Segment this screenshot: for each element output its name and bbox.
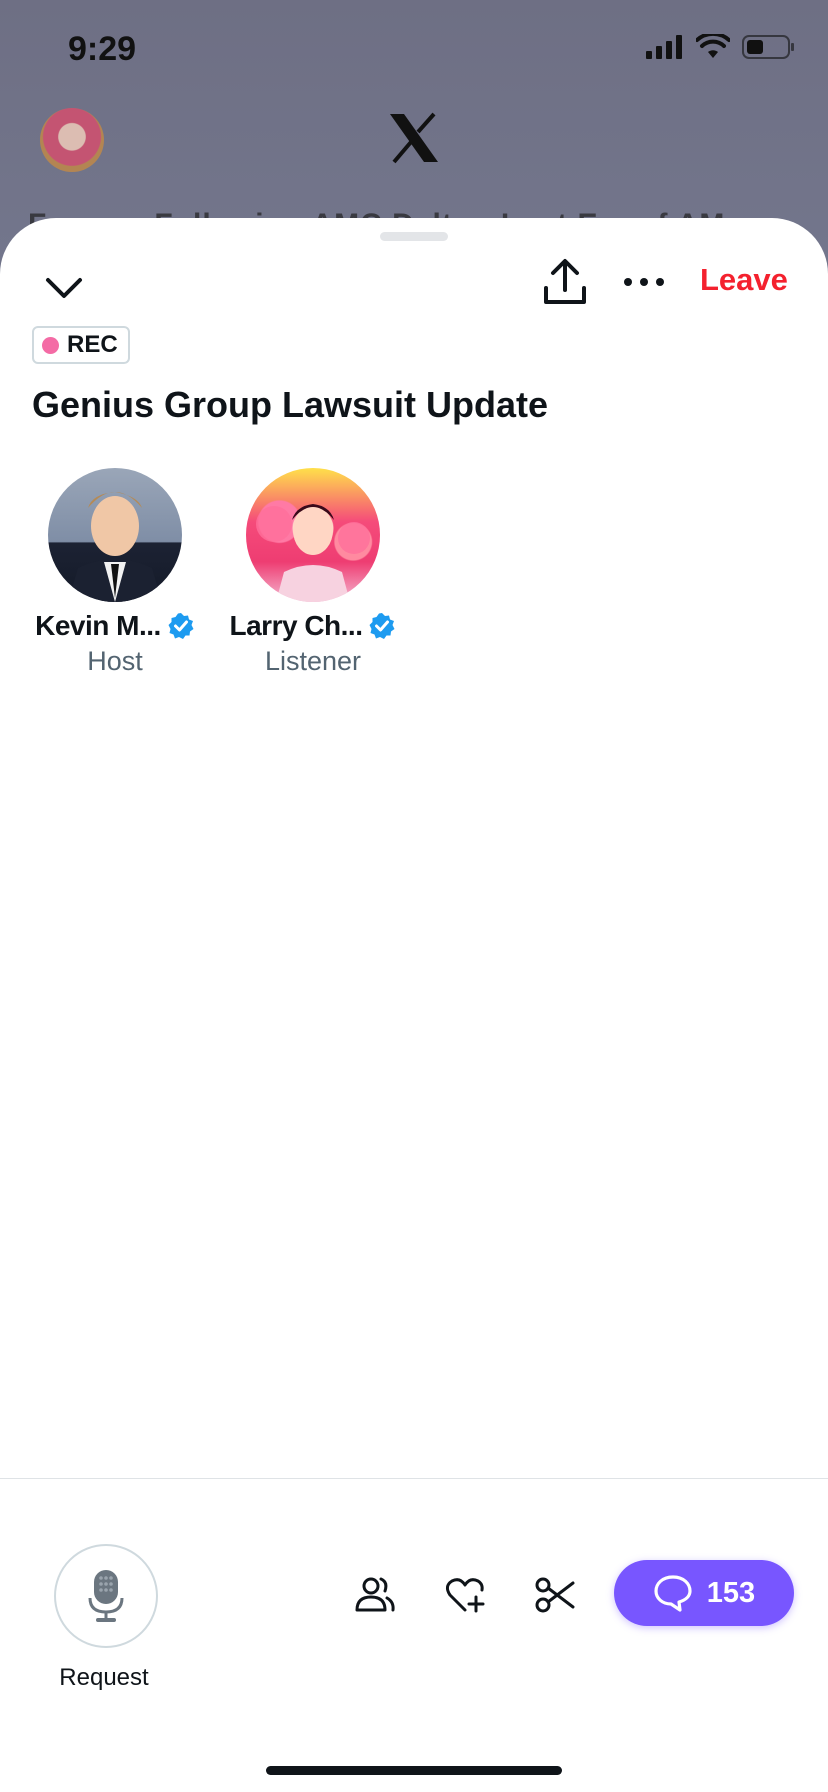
- chevron-down-icon[interactable]: [42, 266, 86, 310]
- heart-plus-icon[interactable]: [444, 1574, 486, 1616]
- status-time: 9:29: [68, 30, 137, 68]
- request-label: Request: [59, 1664, 149, 1691]
- listener-portrait-icon: [256, 504, 370, 602]
- scissors-icon[interactable]: [534, 1574, 576, 1616]
- space-top-bar: Leave: [0, 254, 828, 318]
- participant-host[interactable]: Kevin M... Host: [20, 468, 210, 677]
- request-to-speak-button[interactable]: [54, 1544, 158, 1648]
- sheet-grabber[interactable]: [380, 232, 448, 241]
- more-icon[interactable]: [620, 258, 668, 306]
- status-icons: [646, 34, 796, 60]
- host-portrait-icon: [68, 492, 162, 602]
- verified-icon: [369, 613, 395, 639]
- participant-listener[interactable]: Larry Ch... Listener: [218, 468, 408, 677]
- space-sheet: Leave REC Genius Group Lawsuit Update Ke…: [0, 218, 828, 1792]
- profile-avatar: [40, 108, 104, 172]
- participant-role: Host: [87, 646, 143, 676]
- avatar: [246, 468, 380, 602]
- participant-name-row: Kevin M...: [20, 610, 210, 642]
- participant-role: Listener: [264, 646, 362, 676]
- bottom-divider: [0, 1478, 828, 1479]
- verified-icon: [168, 613, 194, 639]
- status-bar: 9:29: [0, 0, 828, 100]
- participant-name: Larry Ch...: [229, 610, 363, 641]
- comment-icon: [654, 1575, 692, 1612]
- home-indicator[interactable]: [266, 1766, 562, 1775]
- microphone-icon: [88, 1570, 124, 1622]
- people-icon[interactable]: [354, 1574, 396, 1616]
- x-logo-icon: [390, 112, 438, 164]
- space-title: Genius Group Lawsuit Update: [32, 384, 549, 425]
- avatar: [48, 468, 182, 602]
- comments-button[interactable]: 153: [614, 1560, 794, 1626]
- participant-name-row: Larry Ch...: [218, 610, 408, 642]
- wifi-icon: [696, 34, 730, 58]
- leave-button[interactable]: Leave: [700, 262, 788, 298]
- recording-badge: REC: [32, 326, 130, 364]
- share-icon[interactable]: [540, 256, 590, 310]
- comments-count: 153: [706, 1576, 756, 1609]
- battery-icon: [742, 35, 794, 59]
- recording-label: REC: [67, 331, 118, 358]
- participant-name: Kevin M...: [35, 610, 161, 641]
- cellular-signal-icon: [646, 35, 682, 59]
- recording-dot: [42, 336, 59, 354]
